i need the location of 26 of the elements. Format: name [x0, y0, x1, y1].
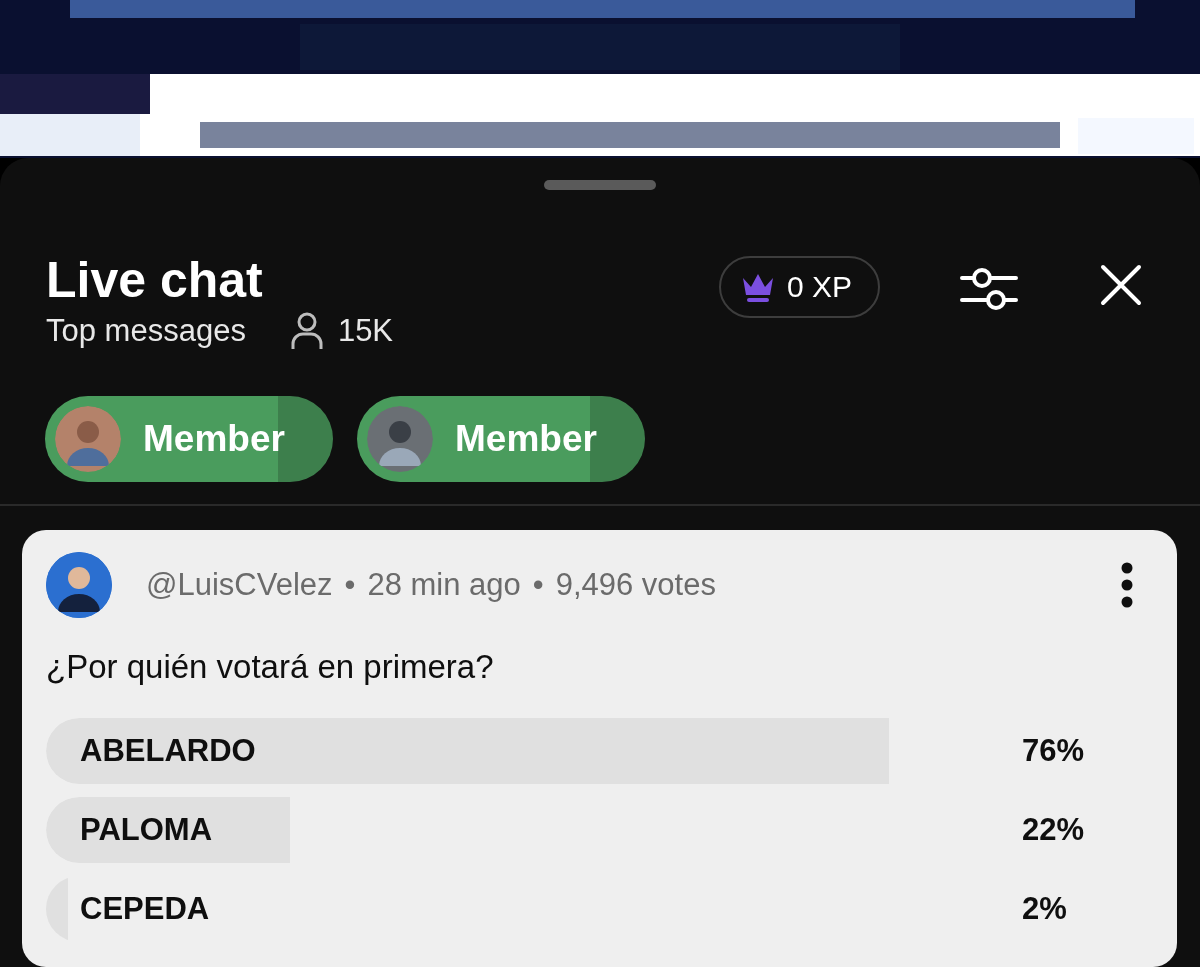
poll-question: ¿Por quién votará en primera?: [46, 648, 495, 686]
author-name[interactable]: @LuisCVelez: [146, 567, 333, 603]
option-label: ABELARDO: [80, 732, 256, 770]
close-icon[interactable]: [1100, 264, 1142, 306]
poll-option[interactable]: ABELARDO 76%: [46, 718, 1155, 784]
avatar-icon: [46, 552, 112, 618]
viewer-count: 15K: [337, 313, 394, 349]
person-icon: [289, 312, 324, 350]
separator-dot: •: [532, 567, 544, 603]
chat-mode-label[interactable]: Top messages: [46, 313, 246, 349]
separator-dot: •: [344, 567, 356, 603]
option-percent: 2%: [1022, 891, 1068, 927]
xp-button[interactable]: 0 XP: [718, 256, 880, 318]
vote-count: 9,496 votes: [555, 567, 716, 603]
avatar-icon: [367, 406, 433, 472]
option-percent: 76%: [1022, 733, 1086, 769]
more-icon[interactable]: [1121, 562, 1133, 608]
poll-option[interactable]: CEPEDA 2%: [46, 876, 1155, 942]
drag-handle[interactable]: [544, 180, 656, 190]
option-percent: 22%: [1022, 812, 1086, 848]
poll-option[interactable]: PALOMA 22%: [46, 797, 1155, 863]
panel-title: Live chat: [46, 252, 264, 308]
option-label: PALOMA: [80, 811, 213, 849]
option-label: CEPEDA: [80, 890, 210, 928]
avatar-icon: [55, 406, 121, 472]
post-time: 28 min ago: [367, 567, 521, 603]
